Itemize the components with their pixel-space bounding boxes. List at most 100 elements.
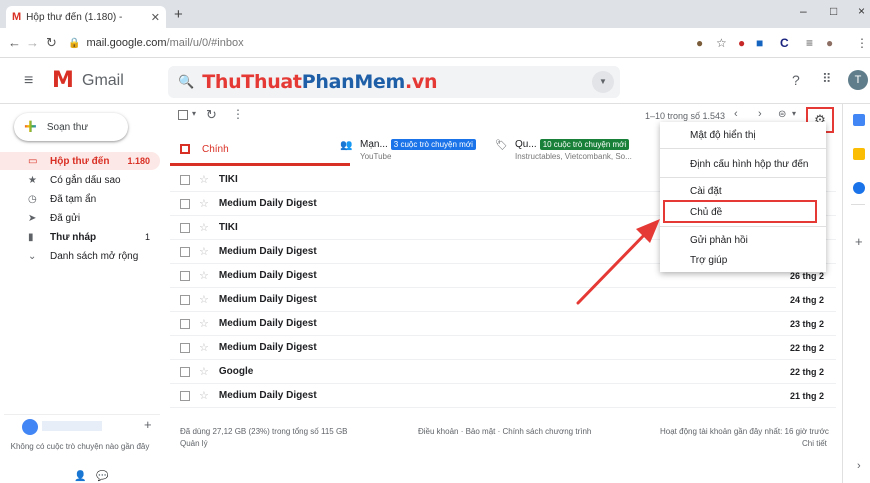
row-checkbox[interactable] bbox=[180, 174, 190, 185]
row-checkbox[interactable] bbox=[180, 270, 190, 281]
select-all-checkbox[interactable] bbox=[178, 110, 188, 120]
main-menu-icon[interactable]: ≡ bbox=[24, 72, 33, 90]
watermark-text: ThuThuatPhanMem.vn bbox=[202, 71, 438, 93]
tasks-icon[interactable] bbox=[853, 182, 865, 194]
reload-icon[interactable]: ↻ bbox=[46, 35, 57, 51]
star-icon[interactable]: ☆ bbox=[199, 341, 209, 354]
category-tabs: Chính 👥 Mạn... 3 cuộc trò chuyện mới YouT… bbox=[170, 134, 650, 168]
hangouts-avatar[interactable] bbox=[22, 419, 38, 435]
add-chat-icon[interactable]: + bbox=[144, 417, 152, 432]
row-date: 23 thg 2 bbox=[789, 318, 824, 329]
keep-icon[interactable] bbox=[853, 148, 865, 160]
menu-item-density[interactable]: Mật độ hiển thị bbox=[690, 130, 756, 141]
sidebar-item-starred[interactable]: ★ Có gắn dấu sao bbox=[0, 171, 160, 189]
back-icon[interactable]: ← bbox=[8, 35, 21, 50]
new-tab-button[interactable]: + bbox=[174, 6, 183, 23]
help-icon[interactable]: ? bbox=[792, 72, 800, 88]
themes-highlight-box bbox=[663, 200, 817, 223]
url-path: /mail/u/0/#inbox bbox=[166, 37, 244, 49]
profile-icon[interactable]: ● bbox=[826, 36, 833, 50]
expand-panel-icon[interactable]: › bbox=[857, 460, 861, 472]
select-dropdown-icon[interactable]: ▾ bbox=[192, 109, 196, 118]
star-icon[interactable]: ☆ bbox=[199, 269, 209, 282]
row-checkbox[interactable] bbox=[180, 198, 190, 209]
details-link[interactable]: Chi tiết bbox=[802, 439, 827, 448]
table-row[interactable]: ☆ Medium Daily Digest 24 thg 2 bbox=[170, 288, 836, 312]
input-tools-dropdown-icon[interactable]: ▾ bbox=[792, 109, 796, 118]
search-icon[interactable]: 🔍 bbox=[178, 74, 194, 90]
star-icon[interactable]: ☆ bbox=[199, 221, 209, 234]
storage-usage: Đã dùng 27,12 GB (23%) trong tổng số 115… bbox=[180, 427, 348, 436]
sidebar-item-drafts[interactable]: ▮ Thư nháp 1 bbox=[0, 228, 160, 246]
row-checkbox[interactable] bbox=[180, 342, 190, 353]
table-row[interactable]: ☆ Medium Daily Digest 23 thg 2 bbox=[170, 312, 836, 336]
row-sender: TIKI bbox=[218, 174, 238, 185]
row-checkbox[interactable] bbox=[180, 390, 190, 401]
star-icon[interactable]: ☆ bbox=[199, 197, 209, 210]
table-row[interactable]: ☆ Medium Daily Digest 22 thg 2 bbox=[170, 336, 836, 360]
star-icon[interactable]: ☆ bbox=[199, 365, 209, 378]
extension-icon[interactable]: ● bbox=[738, 36, 745, 50]
gmail-logo-icon[interactable]: M bbox=[52, 68, 74, 93]
table-row[interactable]: ☆ Google 22 thg 2 bbox=[170, 360, 836, 384]
browser-tab[interactable]: M Hộp thư đến (1.180) - ✕ bbox=[6, 6, 166, 28]
reading-list-icon[interactable]: ≡ bbox=[806, 36, 813, 50]
hangouts-user-name bbox=[42, 421, 102, 431]
compose-label: Soạn thư bbox=[46, 121, 89, 133]
star-icon[interactable]: ☆ bbox=[199, 317, 209, 330]
gmail-favicon-icon: M bbox=[12, 11, 22, 23]
search-input[interactable]: 🔍 ThuThuatPhanMem.vn ▼ bbox=[168, 66, 620, 98]
hangouts-chat-icon[interactable]: 💬 bbox=[96, 471, 108, 482]
maximize-button[interactable]: □ bbox=[830, 4, 837, 18]
refresh-icon[interactable]: ↻ bbox=[206, 107, 217, 123]
forward-icon[interactable]: → bbox=[26, 35, 39, 50]
compose-button[interactable]: + Soạn thư bbox=[14, 113, 128, 141]
chrome-menu-icon[interactable]: ⋮ bbox=[856, 36, 868, 50]
menu-item-help[interactable]: Trợ giúp bbox=[690, 255, 727, 266]
url-input[interactable]: 🔒 mail.google.com/mail/u/0/#inbox bbox=[68, 33, 623, 53]
prev-page-icon[interactable]: ‹ bbox=[734, 108, 738, 120]
tab-close-icon[interactable]: ✕ bbox=[151, 11, 160, 24]
manage-storage-link[interactable]: Quản lý bbox=[180, 439, 208, 448]
minimize-button[interactable]: – bbox=[800, 4, 807, 18]
tab-promotions[interactable]: 🏷 Qu... 10 cuộc trò chuyện mới Instructab… bbox=[495, 134, 655, 166]
menu-item-configure-inbox[interactable]: Định cấu hình hộp thư đến bbox=[690, 159, 808, 170]
menu-item-feedback[interactable]: Gửi phản hồi bbox=[690, 235, 748, 246]
sidebar-item-inbox[interactable]: ▭ Hộp thư đến 1.180 bbox=[0, 152, 160, 170]
row-checkbox[interactable] bbox=[180, 366, 190, 377]
apps-grid-icon[interactable]: ⠿ bbox=[822, 71, 832, 87]
star-icon[interactable]: ☆ bbox=[199, 293, 209, 306]
row-sender: Medium Daily Digest bbox=[218, 270, 317, 281]
sidebar-item-more[interactable]: ⌄ Danh sách mở rộng bbox=[0, 247, 160, 265]
more-actions-icon[interactable]: ⋮ bbox=[232, 107, 244, 121]
contacts-icon[interactable]: 👤 bbox=[74, 471, 86, 482]
input-tools-icon[interactable]: ⊜ bbox=[778, 109, 786, 120]
row-checkbox[interactable] bbox=[180, 222, 190, 233]
add-addon-icon[interactable]: + bbox=[855, 234, 863, 249]
sidebar-item-sent[interactable]: ➤ Đã gửi bbox=[0, 209, 160, 227]
row-checkbox[interactable] bbox=[180, 294, 190, 305]
tab-social[interactable]: 👥 Mạn... 3 cuộc trò chuyện mới YouTube bbox=[340, 134, 490, 166]
calendar-icon[interactable] bbox=[853, 114, 865, 126]
extension-icon[interactable]: ● bbox=[696, 36, 703, 50]
tab-primary[interactable]: Chính bbox=[170, 134, 350, 166]
star-icon[interactable]: ☆ bbox=[199, 173, 209, 186]
row-checkbox[interactable] bbox=[180, 318, 190, 329]
avatar[interactable]: T bbox=[848, 70, 868, 90]
menu-divider bbox=[660, 148, 826, 149]
menu-item-settings[interactable]: Cài đặt bbox=[690, 186, 722, 197]
pagination-text: 1–10 trong số 1.543 bbox=[645, 111, 726, 121]
sidebar-item-snoozed[interactable]: ◷ Đã tạm ẩn bbox=[0, 190, 160, 208]
star-icon[interactable]: ☆ bbox=[199, 245, 209, 258]
footer-links[interactable]: Điều khoản · Bảo mật · Chính sách chương… bbox=[418, 427, 591, 436]
close-window-button[interactable]: × bbox=[858, 4, 865, 18]
search-options-icon[interactable]: ▼ bbox=[592, 71, 614, 93]
row-checkbox[interactable] bbox=[180, 246, 190, 257]
star-icon[interactable]: ☆ bbox=[199, 389, 209, 402]
bookmark-star-icon[interactable]: ☆ bbox=[716, 36, 727, 50]
table-row[interactable]: ☆ Medium Daily Digest 21 thg 2 bbox=[170, 384, 836, 408]
next-page-icon[interactable]: › bbox=[758, 108, 762, 120]
extension-icon[interactable]: ■ bbox=[756, 36, 763, 50]
row-sender: Medium Daily Digest bbox=[218, 318, 317, 329]
extension-icon[interactable]: C bbox=[780, 36, 789, 50]
